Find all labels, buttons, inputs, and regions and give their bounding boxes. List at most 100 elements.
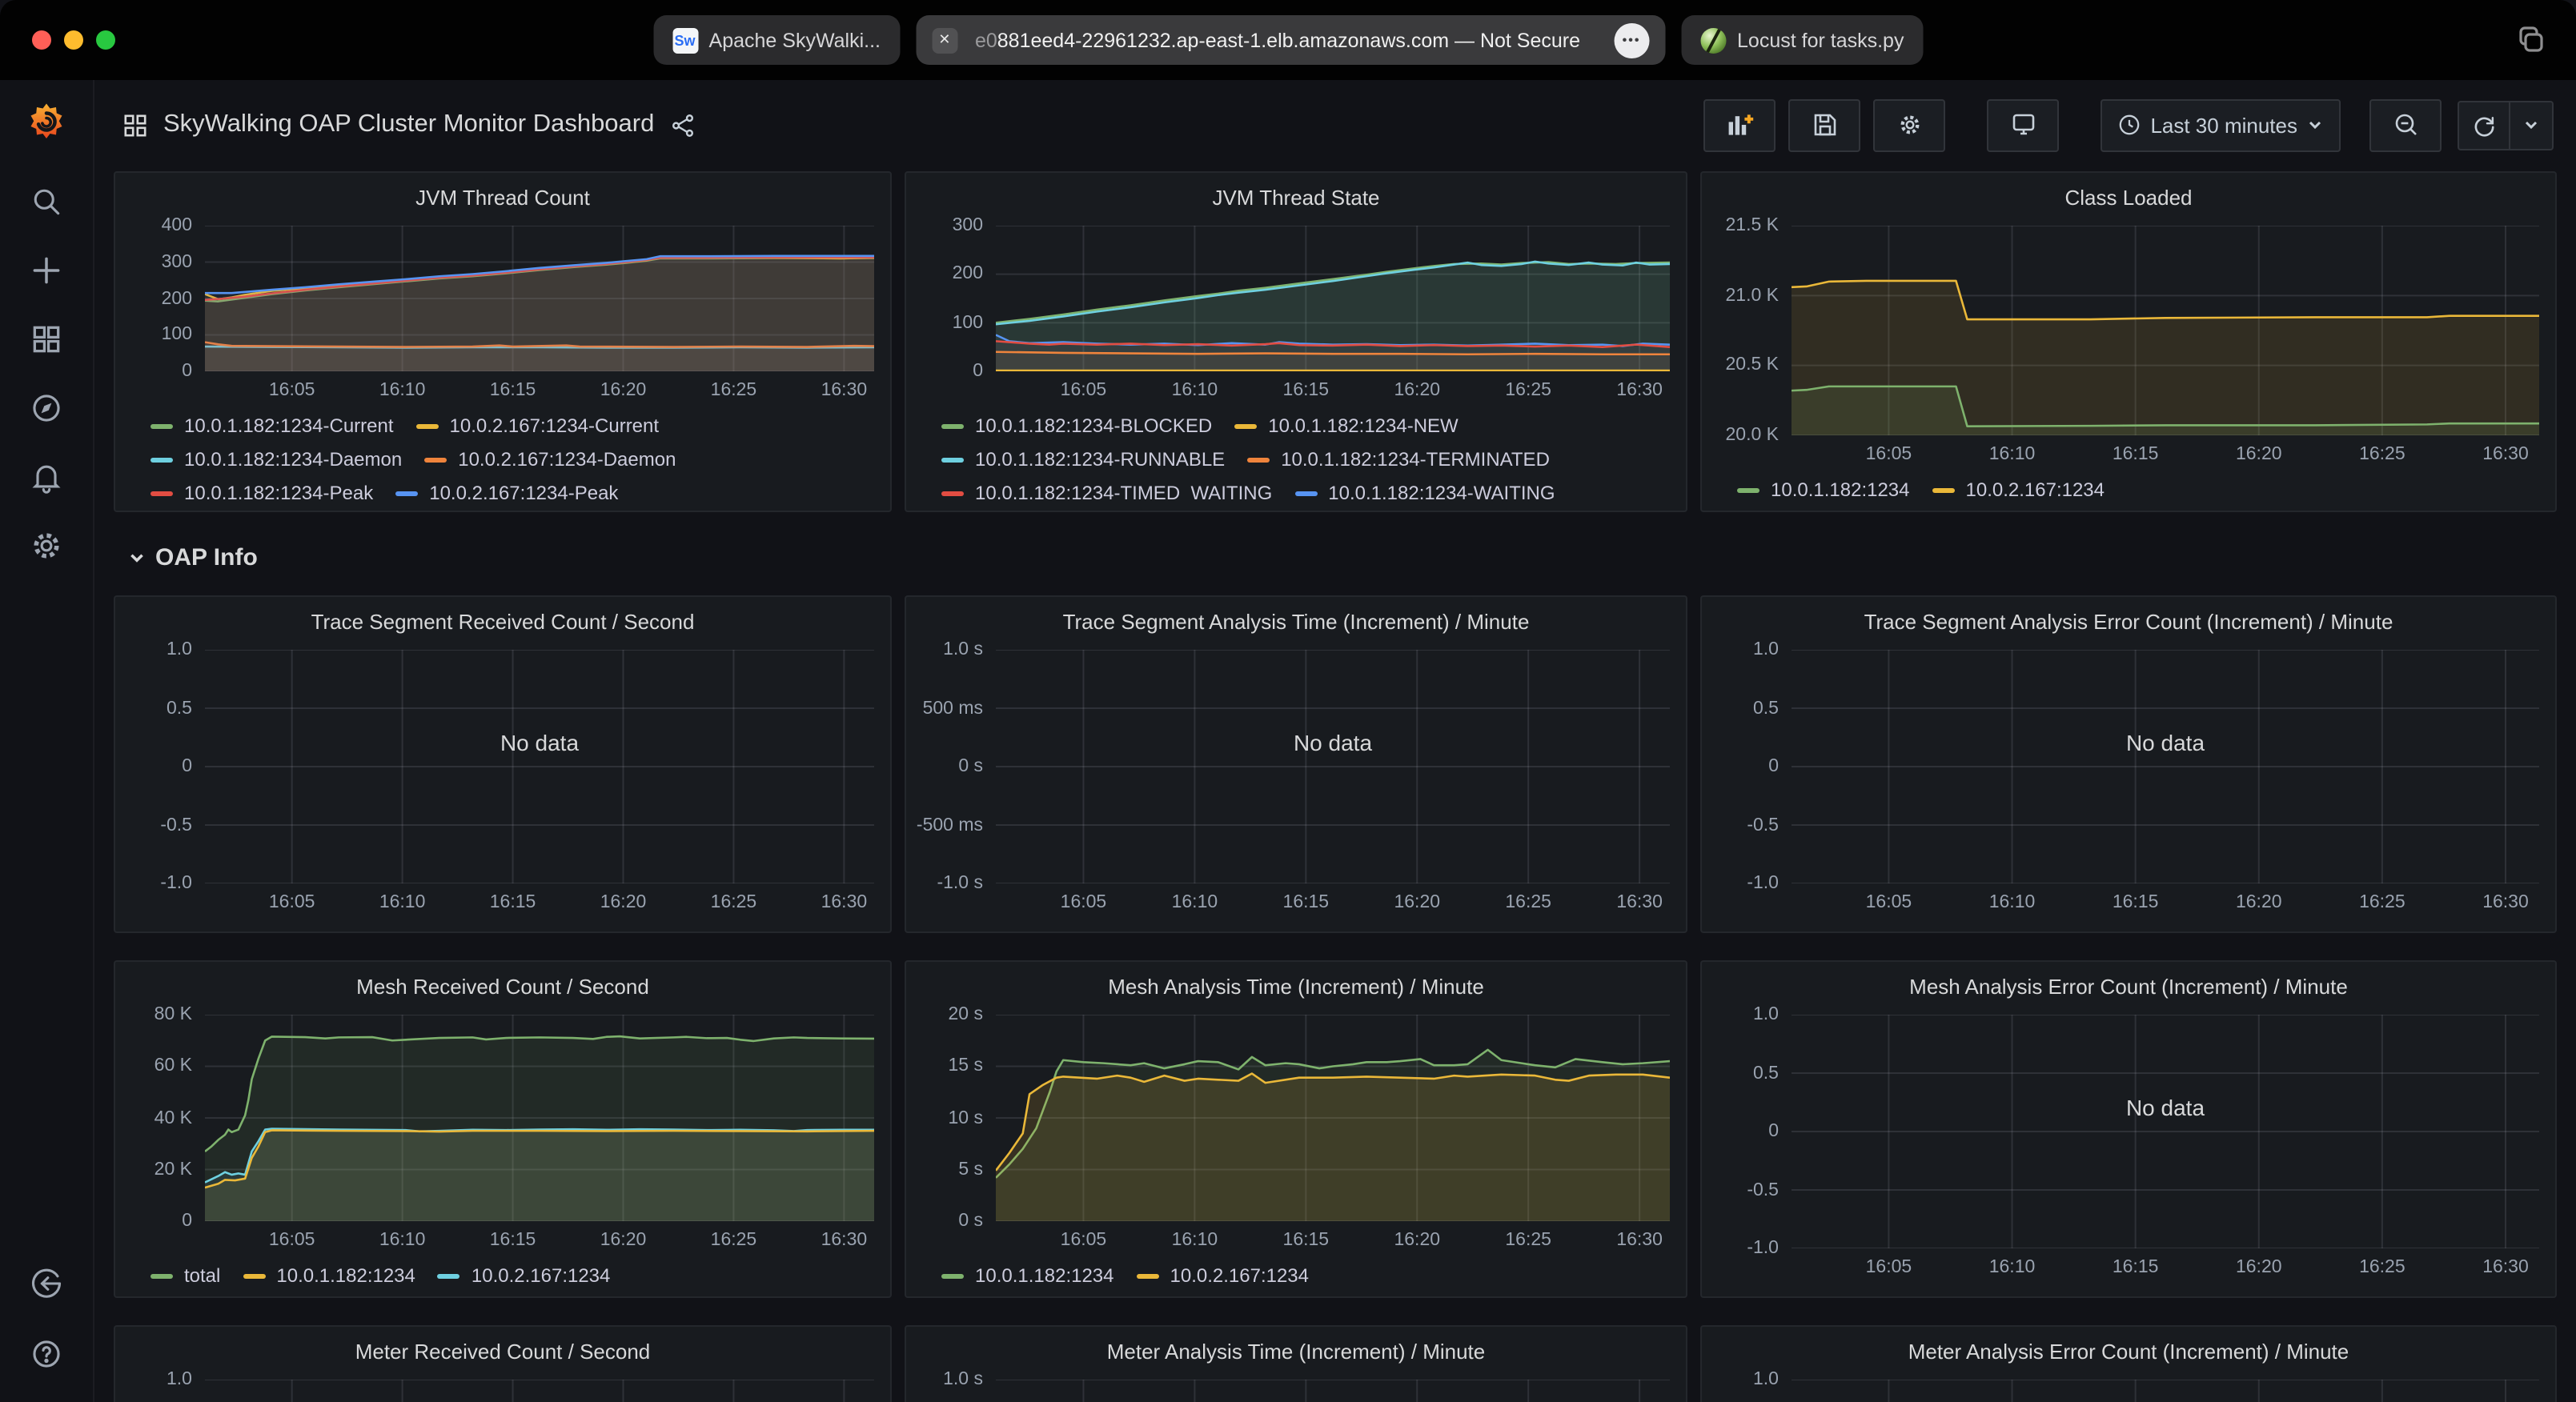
page-title[interactable]: SkyWalking OAP Cluster Monitor Dashboard [163, 110, 654, 139]
window-zoom-button[interactable] [96, 30, 115, 50]
time-range-picker[interactable]: Last 30 minutes [2101, 98, 2341, 151]
window-minimize-button[interactable] [64, 30, 83, 50]
y-axis: 1.00.50-0.5-1.0 [1718, 1015, 1792, 1248]
chart-area[interactable]: No data [1792, 1015, 2539, 1248]
legend-item[interactable]: 10.0.1.182:1234-Daemon [150, 448, 402, 471]
tab-url: e0881eed4-22961232.ap-east-1.elb.amazona… [975, 29, 1580, 51]
panel-title[interactable]: Class Loaded [1718, 181, 2539, 219]
tab-url-host: 881eed4-22961232.ap-east-1.elb.amazonaws… [997, 29, 1449, 51]
help-icon[interactable] [27, 1335, 66, 1373]
legend-item[interactable]: 10.0.1.182:1234-BLOCKED [941, 415, 1212, 437]
chart-panel: Mesh Analysis Time (Increment) / Minute … [905, 960, 1687, 1298]
chart-area[interactable] [1792, 226, 2539, 435]
y-tick-label: 60 K [154, 1057, 192, 1076]
chart-area[interactable] [205, 226, 874, 371]
chart-area[interactable]: No data [996, 1380, 1670, 1402]
chart-area[interactable]: No data [205, 650, 874, 883]
legend-label: 10.0.1.182:1234-NEW [1268, 415, 1459, 437]
chart-panel: Meter Analysis Error Count (Increment) /… [1700, 1325, 2557, 1402]
legend-item[interactable]: 10.0.1.182:1234 [1737, 479, 1910, 501]
tab-close-icon[interactable]: ✕ [932, 27, 957, 53]
chart-area[interactable] [996, 1015, 1670, 1221]
panel-title[interactable]: Trace Segment Analysis Error Count (Incr… [1718, 605, 2539, 643]
create-plus-icon[interactable] [27, 251, 66, 290]
chart-area[interactable]: No data [205, 1380, 874, 1402]
chart-svg [1792, 1015, 2539, 1248]
x-tick-label: 16:20 [600, 381, 647, 400]
tab-locust[interactable]: Locust for tasks.py [1681, 15, 1923, 65]
save-dashboard-button[interactable] [1788, 98, 1860, 151]
chart-area[interactable] [205, 1015, 874, 1221]
refresh-interval-dropdown[interactable] [2509, 102, 2552, 148]
legend-item[interactable]: 10.0.1.182:1234-RUNNABLE [941, 448, 1225, 471]
x-axis: 16:0516:1016:1516:2016:2516:30 [996, 883, 1670, 922]
legend-item[interactable]: 10.0.1.182:1234-NEW [1234, 415, 1459, 437]
tab-active-address[interactable]: ✕ e0881eed4-22961232.ap-east-1.elb.amazo… [916, 15, 1665, 65]
legend-item[interactable]: 10.0.2.167:1234 [438, 1264, 611, 1287]
chart-area[interactable] [996, 226, 1670, 371]
legend-color-swatch [1737, 487, 1759, 492]
legend-item[interactable]: 10.0.1.182:1234-TIMED_WAITING [941, 482, 1272, 501]
y-tick-label: 10 s [949, 1108, 984, 1128]
legend-label: 10.0.1.182:1234 [1771, 479, 1910, 501]
panel-plot: 20 s15 s10 s5 s0 s 16:0516:1016:1516:201… [922, 1015, 1670, 1260]
chart-area[interactable]: No data [996, 650, 1670, 883]
x-tick-label: 16:20 [2236, 445, 2282, 464]
panel-plot: 1.00.50-0.5-1.0 No data 16:0516:1016:151… [131, 1380, 874, 1402]
grafana-logo[interactable] [27, 102, 66, 141]
window-close-button[interactable] [32, 30, 51, 50]
x-tick-label: 16:15 [490, 1231, 536, 1250]
legend-item[interactable]: 10.0.1.182:1234 [243, 1264, 415, 1287]
legend-item[interactable]: 10.0.2.167:1234-Current [416, 415, 660, 437]
tab-more-icon[interactable]: ••• [1614, 22, 1649, 58]
sidebar-bottom [27, 1264, 66, 1402]
refresh-button[interactable] [2459, 102, 2509, 148]
explore-compass-icon[interactable] [27, 389, 66, 427]
sign-in-icon[interactable] [27, 1264, 66, 1303]
chart-svg [996, 650, 1670, 883]
chevron-down-icon [2307, 117, 2323, 133]
panel-title[interactable]: Mesh Analysis Time (Increment) / Minute [922, 970, 1670, 1008]
search-icon[interactable] [27, 182, 66, 221]
section-header-oap-info[interactable]: OAP Info [128, 528, 2557, 586]
panel-row-trace: Trace Segment Received Count / Second 1.… [114, 595, 2557, 933]
legend-item[interactable]: 10.0.1.182:1234-TERMINATED [1247, 448, 1550, 471]
configuration-gear-icon[interactable] [27, 527, 66, 565]
chart-area[interactable]: No data [1792, 650, 2539, 883]
tab-overview-icon[interactable] [2515, 24, 2547, 56]
y-tick-label: 0.5 [1753, 699, 1779, 718]
dashboards-icon[interactable] [27, 320, 66, 359]
legend-item[interactable]: 10.0.1.182:1234-WAITING [1294, 482, 1555, 501]
panel-title[interactable]: Mesh Received Count / Second [131, 970, 874, 1008]
legend-item[interactable]: 10.0.2.167:1234 [1137, 1264, 1310, 1287]
panel-title[interactable]: Mesh Analysis Error Count (Increment) / … [1718, 970, 2539, 1008]
cycle-view-mode-button[interactable] [1987, 98, 2059, 151]
y-axis: 1.00.50-0.5-1.0 [1718, 650, 1792, 883]
legend-item[interactable]: 10.0.2.167:1234-Peak [395, 482, 618, 501]
legend-item[interactable]: 10.0.1.182:1234-Peak [150, 482, 373, 501]
share-icon[interactable] [670, 113, 694, 137]
panel-title[interactable]: Trace Segment Received Count / Second [131, 605, 874, 643]
panel-title[interactable]: Meter Received Count / Second [131, 1335, 874, 1373]
legend-item[interactable]: total [150, 1264, 220, 1287]
x-tick-label: 16:05 [269, 381, 315, 400]
panel-title[interactable]: Meter Analysis Error Count (Increment) /… [1718, 1335, 2539, 1373]
zoom-out-time-button[interactable] [2369, 98, 2442, 151]
panel-title[interactable]: Trace Segment Analysis Time (Increment) … [922, 605, 1670, 643]
x-tick-label: 16:15 [2113, 893, 2159, 912]
legend-item[interactable]: 10.0.2.167:1234 [1932, 479, 2105, 501]
skywalking-favicon-icon: Sw [672, 27, 698, 53]
legend-item[interactable]: 10.0.2.167:1234-Daemon [424, 448, 676, 471]
panel-title[interactable]: JVM Thread Count [131, 181, 874, 219]
no-data-label: No data [2126, 731, 2205, 756]
panel-title[interactable]: Meter Analysis Time (Increment) / Minute [922, 1335, 1670, 1373]
legend-item[interactable]: 10.0.1.182:1234 [941, 1264, 1114, 1287]
add-panel-button[interactable] [1703, 98, 1776, 151]
alerting-bell-icon[interactable] [27, 458, 66, 496]
panel-title[interactable]: JVM Thread State [922, 181, 1670, 219]
chart-area[interactable]: No data [1792, 1380, 2539, 1402]
tab-apache-skywalking[interactable]: Sw Apache SkyWalki... [653, 15, 900, 65]
legend-item[interactable]: 10.0.1.182:1234-Current [150, 415, 394, 437]
dashboard-settings-button[interactable] [1873, 98, 1945, 151]
y-axis: 4003002001000 [131, 226, 205, 371]
